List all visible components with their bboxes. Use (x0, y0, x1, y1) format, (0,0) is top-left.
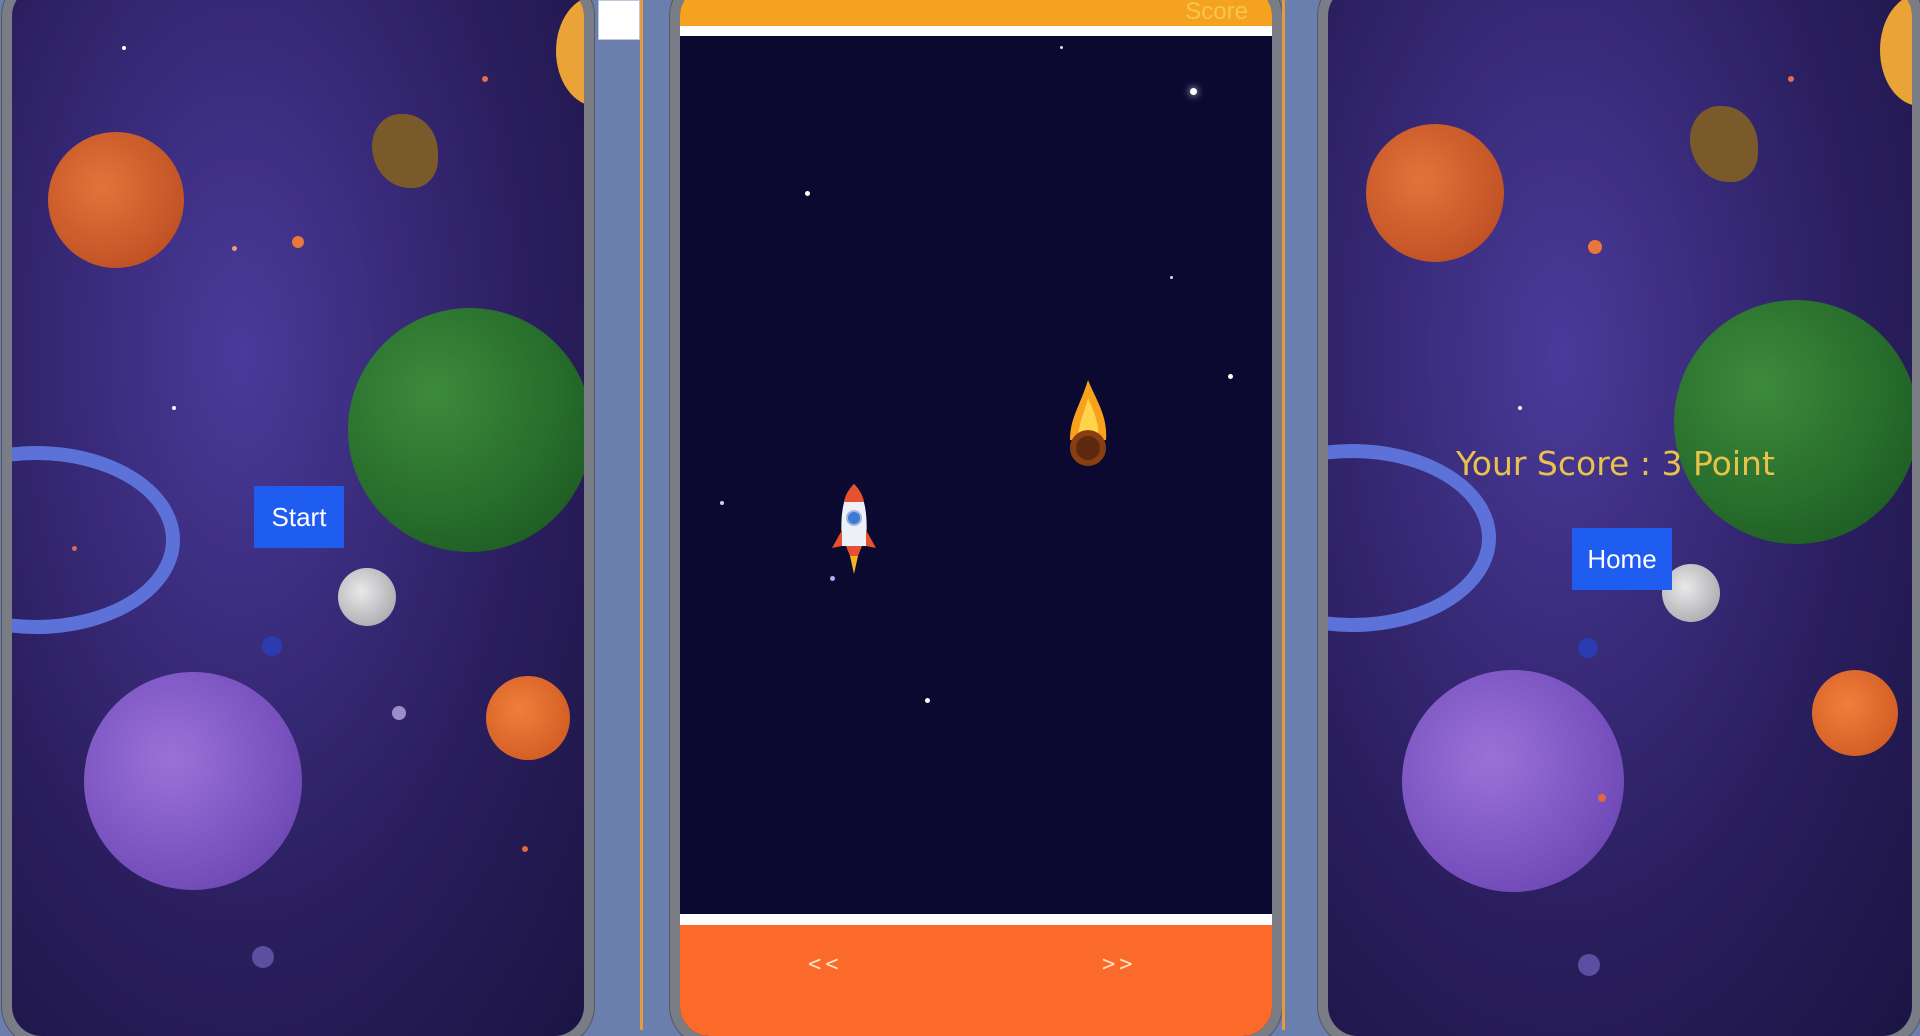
rocket-icon (830, 482, 878, 578)
ring-planet-icon (12, 446, 180, 634)
star (805, 191, 810, 196)
moon-icon (338, 568, 396, 626)
green-planet-icon (348, 308, 584, 552)
score-label: Score (1185, 0, 1248, 25)
star (392, 706, 406, 720)
star (1518, 406, 1522, 410)
game-screen: Score << >> (680, 0, 1272, 1036)
meteor-icon (1066, 378, 1110, 470)
green-planet-icon (1674, 300, 1912, 544)
star (1228, 374, 1233, 379)
star (1598, 794, 1606, 802)
bottom-border (680, 914, 1272, 925)
star (72, 546, 77, 551)
control-bar (680, 925, 1272, 1036)
star (262, 636, 282, 656)
star (925, 698, 930, 703)
editor-handle (598, 0, 640, 40)
purple-planet-icon (1402, 670, 1624, 892)
result-screen: Your Score : 3 Point Home (1328, 0, 1912, 1036)
star (122, 46, 126, 50)
home-button[interactable]: Home (1572, 528, 1672, 590)
divider (1282, 0, 1285, 1030)
star (720, 501, 724, 505)
star (1588, 240, 1602, 254)
star (1578, 638, 1598, 658)
start-button[interactable]: Start (254, 486, 344, 548)
move-left-button[interactable]: << (808, 952, 843, 977)
divider (640, 0, 643, 1030)
move-right-button[interactable]: >> (1102, 952, 1137, 977)
orange-planet-icon (48, 132, 184, 268)
star (252, 946, 274, 968)
orange-planet-icon (1366, 124, 1504, 262)
star (522, 846, 528, 852)
star (482, 76, 488, 82)
final-score-text: Your Score : 3 Point (1456, 444, 1775, 483)
yellow-planet-icon (1880, 0, 1912, 106)
purple-planet-icon (84, 672, 302, 890)
star (1788, 76, 1794, 82)
star (1170, 276, 1173, 279)
top-border (680, 26, 1272, 36)
asteroid-icon (372, 114, 438, 188)
yellow-planet-icon (556, 0, 584, 106)
score-bar (680, 0, 1272, 26)
star (172, 406, 176, 410)
small-orange-planet-icon (1812, 670, 1898, 756)
star (292, 236, 304, 248)
star (1578, 954, 1600, 976)
star (232, 246, 237, 251)
small-orange-planet-icon (486, 676, 570, 760)
start-screen: Start (12, 0, 584, 1036)
asteroid-icon (1690, 106, 1758, 182)
star (1060, 46, 1063, 49)
star (1190, 88, 1197, 95)
